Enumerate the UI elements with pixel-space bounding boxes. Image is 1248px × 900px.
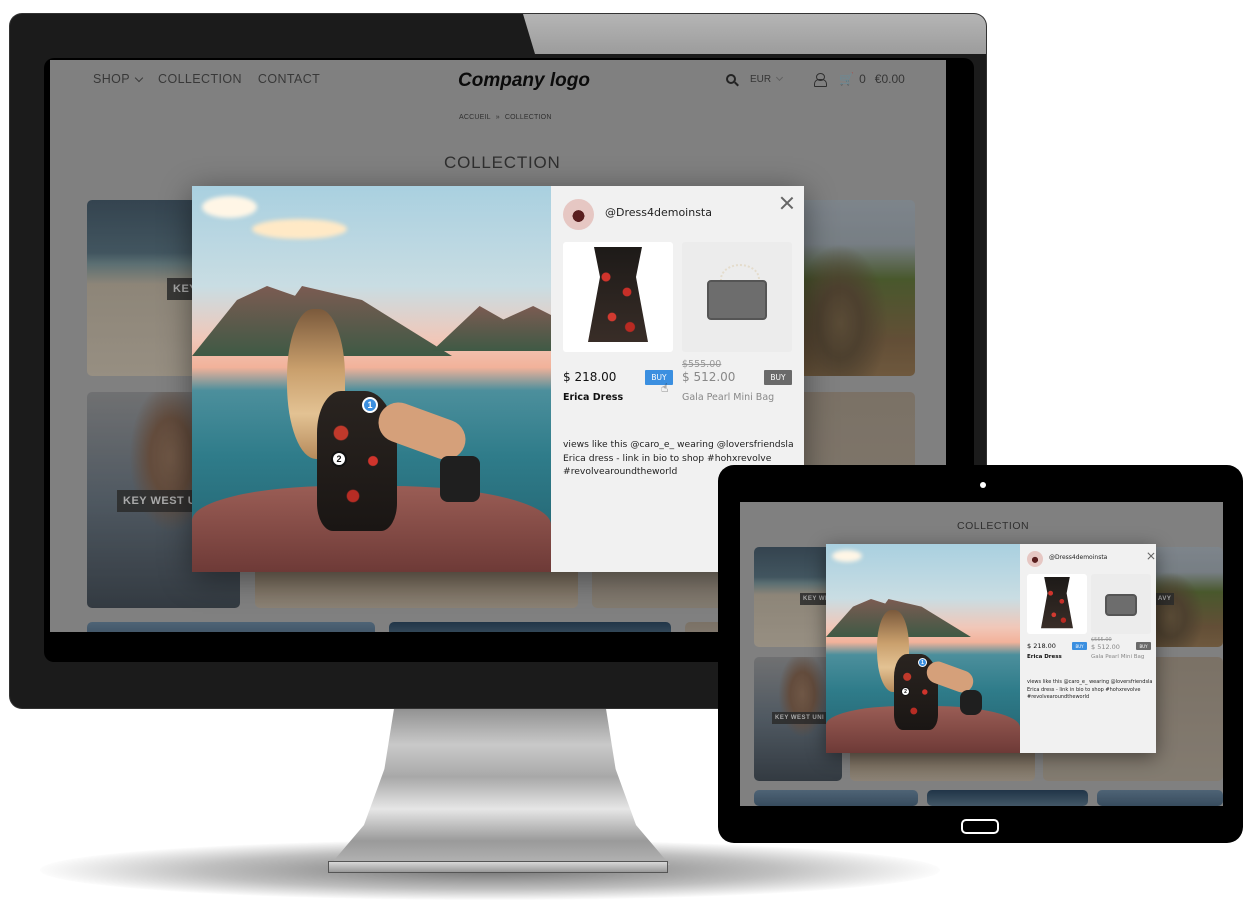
collection-tile[interactable] (927, 790, 1088, 806)
tablet-product-modal: 1 2 @Dress4demoinsta $ 218.00 BUY Erica … (826, 544, 1156, 753)
cart-count: 0 (859, 72, 866, 86)
product-card: $ 218.00 BUY ☝ Erica Dress (563, 242, 673, 403)
cloud (202, 196, 257, 218)
breadcrumb-home[interactable]: ACCUEIL (459, 114, 491, 121)
close-icon[interactable] (1147, 552, 1155, 560)
nav-shop-label: SHOP (93, 72, 131, 86)
cloud (252, 219, 347, 239)
nav-collection[interactable]: COLLECTION (158, 72, 242, 86)
mountain (432, 306, 551, 351)
bag-image (707, 280, 767, 320)
product-modal: 1 2 @Dress4demoinsta $ 218.00 BUY ☝ Eric… (192, 186, 804, 572)
search-icon[interactable] (726, 74, 736, 84)
product-name[interactable]: Erica Dress (1027, 654, 1062, 660)
dress-image (588, 247, 648, 342)
cloud (832, 550, 862, 562)
header-tools: EUR 🛒 0 €0.00 (726, 72, 905, 87)
buy-button[interactable]: BUY (1136, 642, 1151, 650)
instagram-photo: 1 2 (192, 186, 551, 572)
modal-side-panel: @Dress4demoinsta $ 218.00 BUY Erica Dres… (1020, 544, 1156, 753)
monitor-gloss (523, 14, 986, 54)
hotspot-1[interactable]: 1 (362, 397, 378, 413)
monitor-stand-base (328, 861, 668, 873)
avatar[interactable] (1027, 551, 1043, 567)
product-price: $ 512.00 (682, 370, 736, 384)
cart-icon: 🛒 (839, 72, 855, 86)
close-icon[interactable] (780, 196, 794, 210)
product-name[interactable]: Erica Dress (563, 392, 623, 403)
collection-tile[interactable] (754, 790, 918, 806)
user-icon[interactable] (814, 73, 828, 87)
product-image[interactable] (682, 242, 792, 352)
tile-label: KEY WEST U (117, 490, 203, 512)
buy-button[interactable]: BUY (764, 370, 792, 385)
nav-contact[interactable]: CONTACT (258, 72, 320, 86)
chevron-down-icon (776, 73, 784, 82)
person-boots (440, 456, 480, 502)
cart-total: €0.00 (874, 72, 905, 86)
device-mockup: SHOP COLLECTION CONTACT Company logo EUR… (0, 0, 1248, 900)
product-price: $ 218.00 (563, 370, 617, 384)
cart-button[interactable]: 🛒 0 €0.00 (839, 72, 905, 86)
account-handle[interactable]: @Dress4demoinsta (1049, 554, 1107, 561)
product-card: $555.00 $ 512.00 BUY Gala Pearl Mini Bag (682, 242, 792, 403)
product-name[interactable]: Gala Pearl Mini Bag (682, 392, 774, 403)
instagram-photo: 1 2 (826, 544, 1020, 753)
collection-tile[interactable]: Y (790, 200, 915, 376)
collection-tile[interactable] (389, 622, 671, 632)
bag-image (1105, 594, 1137, 616)
product-image[interactable] (1027, 574, 1087, 634)
hand-pointer-icon: ☝ (661, 381, 669, 395)
person-boots (960, 690, 982, 715)
currency-select[interactable]: EUR (750, 73, 784, 85)
hotspot-2[interactable]: 2 (331, 451, 347, 467)
monitor-stand (330, 705, 670, 865)
nav-collection-label: COLLECTION (158, 72, 242, 86)
post-caption: views like this @caro_e_ wearing @lovers… (1027, 679, 1153, 700)
account-handle[interactable]: @Dress4demoinsta (605, 206, 712, 219)
nav-shop[interactable]: SHOP (93, 72, 144, 86)
product-price: $ 218.00 (1027, 642, 1056, 650)
tablet-camera (980, 482, 986, 488)
avatar[interactable] (563, 199, 594, 230)
product-name[interactable]: Gala Pearl Mini Bag (1091, 654, 1144, 660)
hotspot-1[interactable]: 1 (918, 658, 927, 667)
product-old-price: $555.00 (682, 359, 722, 370)
company-logo[interactable]: Company logo (458, 70, 590, 92)
breadcrumb: ACCUEIL » COLLECTION (459, 114, 552, 121)
buy-button[interactable]: BUY (1072, 642, 1087, 650)
dress-image (1041, 577, 1073, 629)
product-image[interactable] (1091, 574, 1151, 634)
breadcrumb-separator: » (495, 114, 500, 121)
product-price: $ 512.00 (1091, 643, 1120, 651)
page-title: COLLECTION (444, 153, 561, 172)
tablet-page-title: COLLECTION (957, 520, 1030, 532)
product-card: $555.00 $ 512.00 BUY Gala Pearl Mini Bag (1091, 574, 1151, 660)
currency-value: EUR (750, 73, 772, 85)
breadcrumb-current: COLLECTION (504, 114, 552, 121)
collection-tile[interactable] (1097, 790, 1223, 806)
tile-label: AVY (1155, 593, 1175, 605)
collection-tile[interactable] (87, 622, 375, 632)
tablet-home-button[interactable] (961, 819, 999, 834)
chevron-down-icon (134, 73, 144, 82)
buy-button[interactable]: BUY (645, 370, 673, 385)
nav-contact-label: CONTACT (257, 72, 321, 86)
tablet-screen: COLLECTION KEY WE KEY WEST UNI AVY T (740, 502, 1223, 806)
hotspot-2[interactable]: 2 (901, 687, 910, 696)
main-nav: SHOP COLLECTION CONTACT (93, 72, 320, 86)
product-card: $ 218.00 BUY Erica Dress (1027, 574, 1087, 660)
tile-label: KEY WEST UNI (772, 712, 828, 724)
product-image[interactable] (563, 242, 673, 352)
tablet-device: COLLECTION KEY WE KEY WEST UNI AVY T (718, 465, 1243, 843)
